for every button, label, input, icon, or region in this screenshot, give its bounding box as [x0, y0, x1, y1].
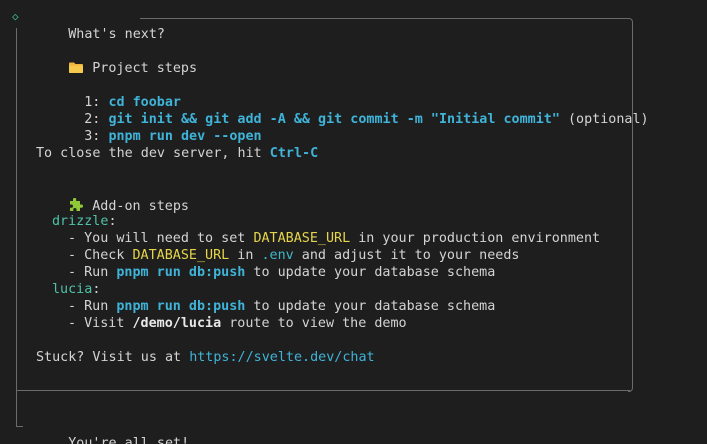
terminal-window: ◇ What's next? Project steps 1: cd fooba… [0, 0, 707, 444]
box-bottom-border [16, 390, 630, 391]
folder-icon [69, 62, 84, 73]
step-diamond-icon: ◇ [12, 10, 19, 23]
addon-name-drizzle: drizzle: [52, 214, 117, 229]
addon-steps-heading: Add-on steps [37, 179, 189, 214]
drizzle-step-1: - You will need to set DATABASE_URL in y… [68, 231, 601, 246]
project-step-2: 2: git init && git add -A && git commit … [84, 112, 649, 127]
addon-name-lucia: lucia: [52, 282, 101, 297]
completion-message: You're all set! [68, 436, 190, 444]
shortcut-key: Ctrl-C [269, 146, 319, 161]
env-var: DATABASE_URL [132, 248, 230, 263]
box-top-border [140, 18, 629, 19]
project-step-1: 1: cd foobar [84, 95, 181, 110]
env-var: DATABASE_URL [253, 231, 351, 246]
page-title: What's next? [68, 27, 165, 42]
env-file: .env [261, 248, 294, 263]
optional-note: (optional) [567, 112, 649, 127]
puzzle-icon [70, 198, 84, 211]
rail-end [16, 426, 23, 427]
lucia-step-2: - Visit /demo/lucia route to view the de… [68, 316, 407, 331]
stuck-message: Stuck? Visit us at https://svelte.dev/ch… [36, 350, 375, 365]
drizzle-step-2: - Check DATABASE_URL in .env and adjust … [68, 248, 520, 263]
command-text: pnpm run db:push [116, 265, 246, 280]
box-right-border [628, 18, 633, 392]
close-server-hint: To close the dev server, hit Ctrl-C [36, 146, 319, 161]
drizzle-step-3: - Run pnpm run db:push to update your da… [68, 265, 496, 280]
command-text: pnpm run dev --open [108, 129, 262, 144]
chat-link[interactable]: https://svelte.dev/chat [189, 350, 374, 365]
left-rail [16, 28, 17, 427]
project-step-3: 3: pnpm run dev --open [84, 129, 262, 144]
route-path: /demo/lucia [132, 316, 222, 331]
lucia-step-1: - Run pnpm run db:push to update your da… [68, 299, 496, 314]
project-steps-heading: Project steps [37, 43, 197, 76]
command-text: pnpm run db:push [116, 299, 246, 314]
